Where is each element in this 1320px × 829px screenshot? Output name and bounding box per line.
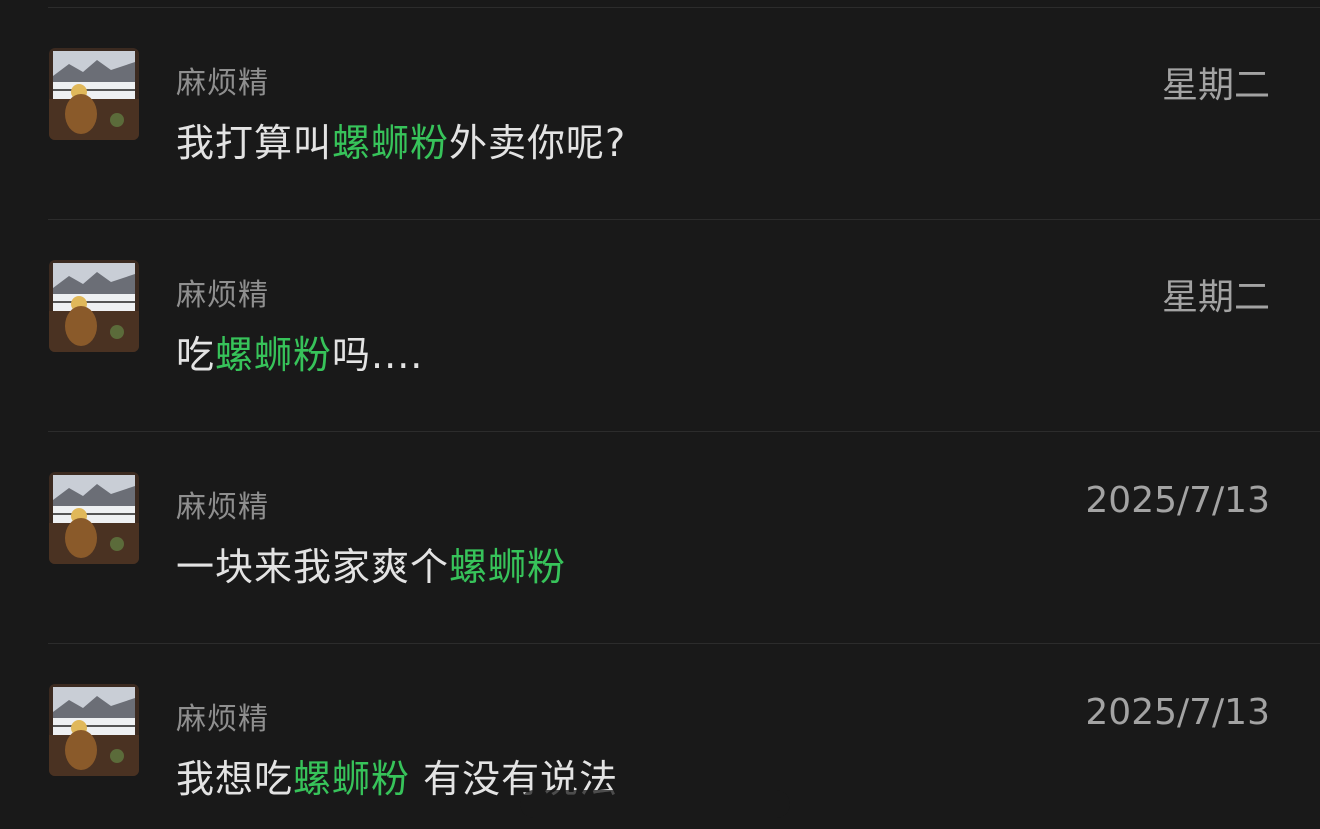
blurred-overlay <box>520 790 790 818</box>
result-row-2[interactable]: 麻烦精 星期二 吃螺蛳粉吗.... <box>0 220 1320 430</box>
message-text-before: 我打算叫 <box>176 121 333 165</box>
sender-name: 麻烦精 <box>176 66 269 101</box>
message-text-after: 吗.... <box>332 333 424 377</box>
sender-name: 麻烦精 <box>176 278 269 313</box>
keyword-highlight: 螺蛳粉 <box>215 333 333 377</box>
sender-name: 麻烦精 <box>176 702 269 737</box>
message-text-before: 吃 <box>176 333 216 377</box>
avatar-image <box>49 48 139 140</box>
message-text-before: 一块来我家爽个 <box>176 545 450 589</box>
keyword-highlight: 螺蛳粉 <box>332 121 450 165</box>
result-row-3[interactable]: 麻烦精 2025/7/13 一块来我家爽个螺蛳粉 <box>0 432 1320 642</box>
message-text-after: 外卖你呢? <box>449 121 627 165</box>
chat-search-results: 麻烦精 星期二 我打算叫螺蛳粉外卖你呢? 麻烦精 星期二 吃螺蛳粉吗.... 麻… <box>0 0 1320 829</box>
avatar[interactable] <box>49 48 139 140</box>
timestamp: 星期二 <box>1161 277 1270 318</box>
sender-name: 麻烦精 <box>176 490 269 525</box>
result-row-1[interactable]: 麻烦精 星期二 我打算叫螺蛳粉外卖你呢? <box>0 8 1320 218</box>
timestamp: 星期二 <box>1161 65 1270 106</box>
message-snippet: 一块来我家爽个螺蛳粉 <box>176 536 566 591</box>
avatar[interactable] <box>49 472 139 564</box>
message-list: 麻烦精 星期二 我打算叫螺蛳粉外卖你呢? 麻烦精 星期二 吃螺蛳粉吗.... 麻… <box>0 0 1320 829</box>
avatar[interactable] <box>49 684 139 776</box>
avatar[interactable] <box>49 260 139 352</box>
timestamp: 2025/7/13 <box>1085 692 1270 733</box>
keyword-highlight: 螺蛳粉 <box>449 545 567 589</box>
avatar-image <box>49 684 139 776</box>
timestamp: 2025/7/13 <box>1085 480 1270 521</box>
message-text-before: 我想吃 <box>176 757 294 801</box>
keyword-highlight: 螺蛳粉 <box>293 757 411 801</box>
message-snippet: 吃螺蛳粉吗.... <box>176 324 423 379</box>
message-snippet: 我打算叫螺蛳粉外卖你呢? <box>176 112 626 167</box>
avatar-image <box>49 260 139 352</box>
avatar-image <box>49 472 139 564</box>
